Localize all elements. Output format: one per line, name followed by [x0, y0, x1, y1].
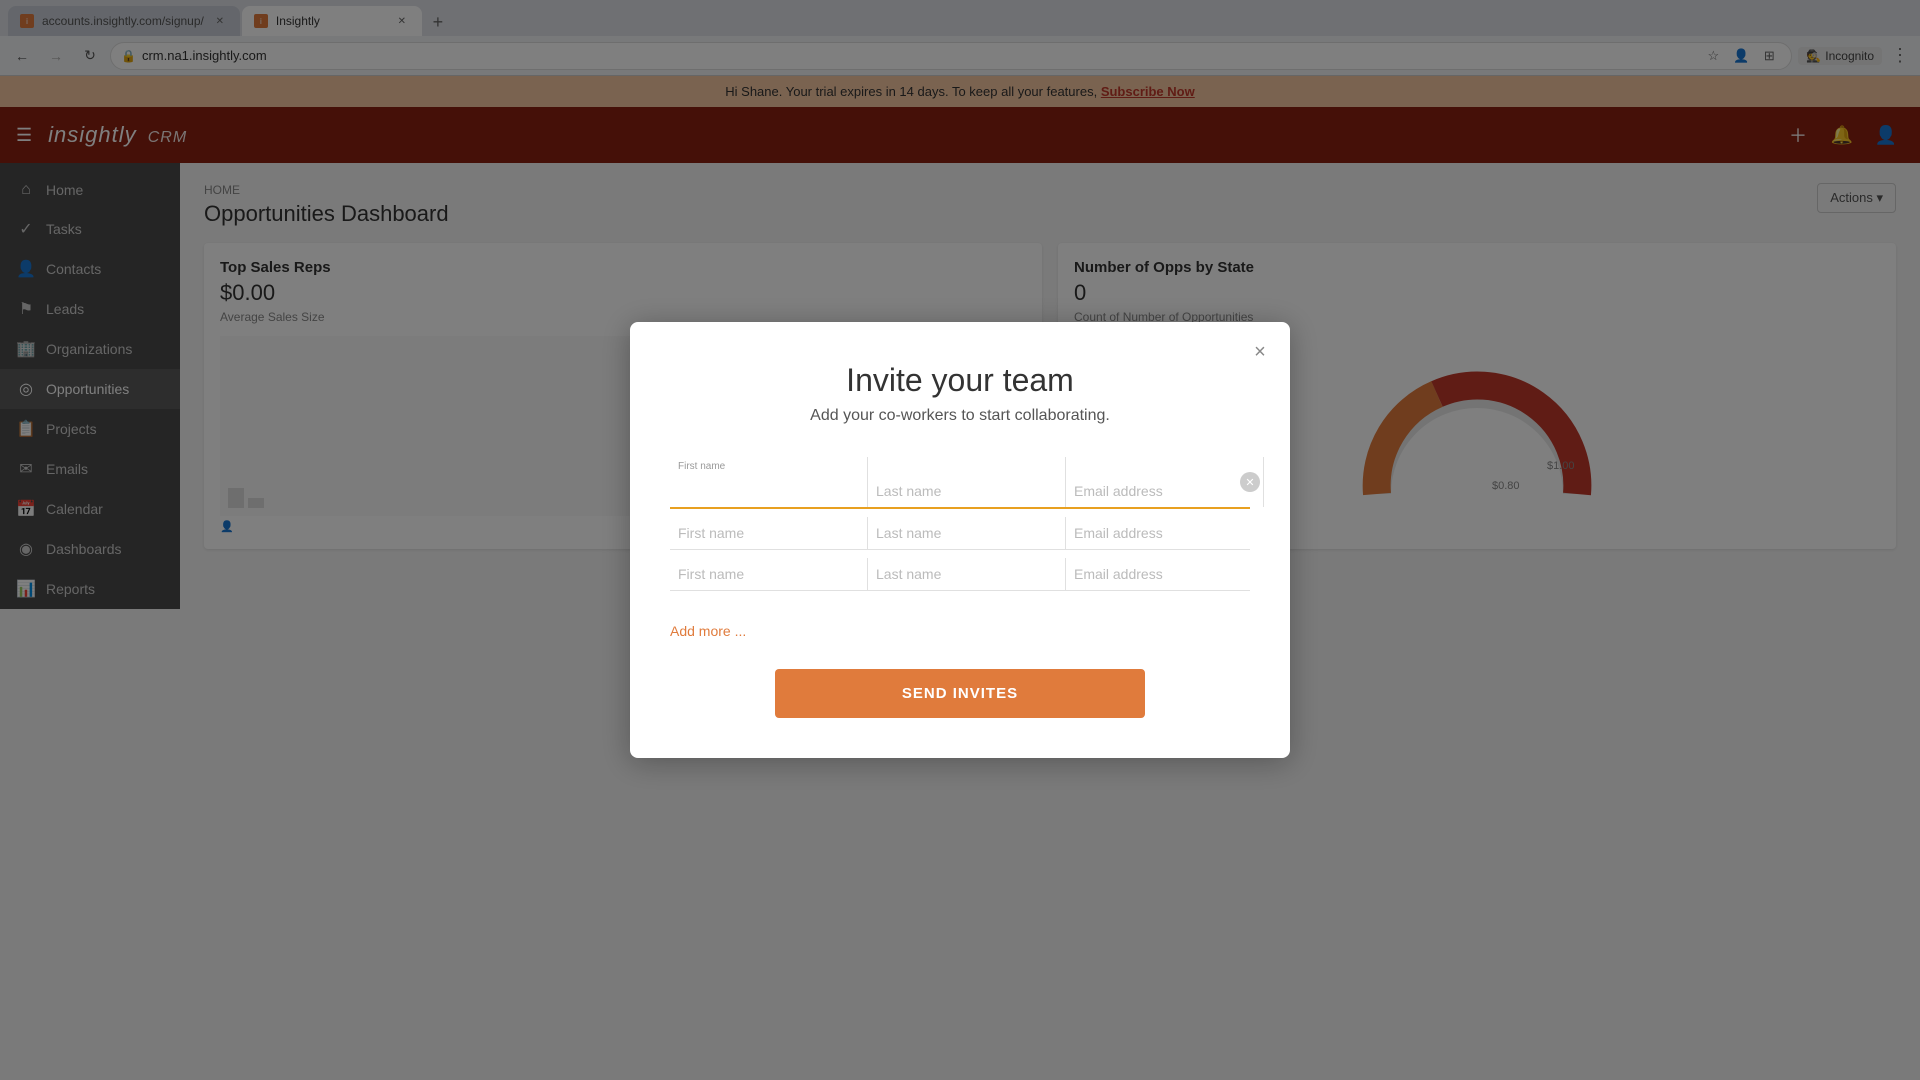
modal-title: Invite your team: [670, 362, 1250, 399]
invite-row-2: [670, 517, 1250, 550]
invite-row3-firstname-input[interactable]: [670, 562, 867, 586]
invite-row2-lastname-col: [868, 517, 1066, 549]
invite-row1-lastname-col: [868, 457, 1066, 507]
add-more-link[interactable]: Add more ...: [670, 623, 746, 639]
invite-row1-firstname-input[interactable]: [670, 472, 867, 496]
invite-team-modal: × Invite your team Add your co-workers t…: [630, 322, 1290, 758]
invite-row2-firstname-col: [670, 517, 868, 549]
invite-rows-container: First name ✕: [670, 457, 1250, 591]
send-invites-button[interactable]: SEND INVITES: [775, 669, 1145, 718]
invite-row3-lastname-col: [868, 558, 1066, 590]
invite-row-1: First name ✕: [670, 457, 1250, 509]
invite-row3-email-col: [1066, 558, 1263, 590]
firstname-label: First name: [670, 461, 867, 472]
invite-row2-email-col: [1066, 517, 1263, 549]
invite-row-3: [670, 558, 1250, 591]
invite-row1-email-col: [1066, 457, 1264, 507]
modal-subtitle: Add your co-workers to start collaborati…: [670, 407, 1250, 425]
invite-row2-firstname-input[interactable]: [670, 521, 867, 545]
invite-row3-firstname-col: [670, 558, 868, 590]
modal-overlay[interactable]: × Invite your team Add your co-workers t…: [0, 0, 1920, 1080]
invite-row3-email-input[interactable]: [1066, 562, 1263, 586]
clear-row1-button[interactable]: ✕: [1240, 472, 1260, 492]
invite-row1-lastname-input[interactable]: [868, 479, 1065, 503]
invite-row1-email-input[interactable]: [1066, 479, 1263, 503]
invite-row2-lastname-input[interactable]: [868, 521, 1065, 545]
invite-row3-lastname-input[interactable]: [868, 562, 1065, 586]
modal-close-button[interactable]: ×: [1246, 338, 1274, 366]
invite-row1-firstname-col: First name: [670, 457, 868, 507]
invite-row2-email-input[interactable]: [1066, 521, 1263, 545]
